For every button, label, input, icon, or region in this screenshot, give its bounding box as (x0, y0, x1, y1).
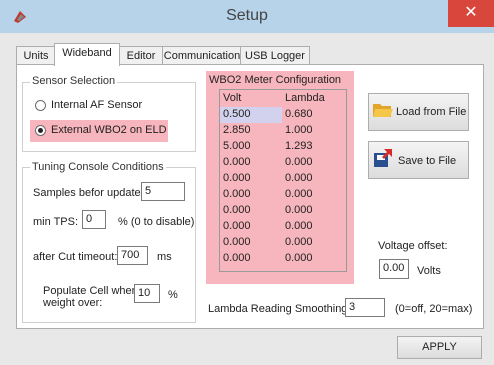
save-icon (374, 149, 392, 167)
min-tps-hint: % (0 to disable) (118, 216, 195, 228)
after-cut-unit: ms (157, 251, 172, 263)
wbo2-cell-lambda[interactable]: 1.000 (282, 123, 346, 139)
wbo2-cell-volt[interactable]: 0.000 (220, 187, 282, 203)
smoothing-label: Lambda Reading Smoothing: (208, 303, 351, 315)
load-from-file-label: Load from File (396, 106, 467, 118)
wbo2-cell-volt[interactable]: 0.000 (220, 235, 282, 251)
after-cut-input[interactable]: 700 (117, 246, 148, 265)
wbo2-cell-lambda[interactable]: 1.293 (282, 139, 346, 155)
samples-label: Samples befor update: (33, 187, 144, 199)
tab-units[interactable]: Units (16, 46, 56, 65)
after-cut-label: after Cut timeout: (33, 251, 118, 263)
populate-label-2: weight over: (43, 297, 103, 309)
tab-editor[interactable]: Editor (118, 46, 164, 65)
wbo2-cell-lambda[interactable]: 0.000 (282, 251, 346, 267)
wbo2-cell-lambda[interactable]: 0.680 (282, 107, 346, 123)
save-to-file-label: Save to File (398, 155, 457, 167)
window-title: Setup (226, 7, 268, 24)
voltage-offset-input[interactable]: 0.00 (379, 259, 409, 279)
close-icon: ✕ (464, 4, 478, 21)
min-tps-input[interactable]: 0 (82, 210, 106, 229)
wbo2-cell-volt[interactable]: 5.000 (220, 139, 282, 155)
wbo2-cell-lambda[interactable]: 0.000 (282, 171, 346, 187)
populate-input[interactable]: 10 (134, 284, 160, 303)
wbo2-cell-volt[interactable]: 0.000 (220, 251, 282, 267)
tuning-conditions-title: Tuning Console Conditions (30, 161, 166, 173)
wbo2-cell-lambda[interactable]: 0.000 (282, 235, 346, 251)
wbo2-cell-volt[interactable]: 2.850 (220, 123, 282, 139)
smoothing-hint: (0=off, 20=max) (395, 303, 473, 315)
wbo2-header-volt: Volt (223, 92, 242, 104)
samples-input[interactable]: 5 (141, 182, 185, 201)
voltage-offset-label: Voltage offset: (378, 240, 448, 252)
wbo2-cell-lambda[interactable]: 0.000 (282, 219, 346, 235)
internal-af-label: Internal AF Sensor (51, 99, 143, 111)
wbo2-cell-volt[interactable]: 0.000 (220, 203, 282, 219)
external-wbo2-label: External WBO2 on ELD (51, 124, 167, 136)
folder-icon (373, 104, 393, 117)
wbo2-header-lambda: Lambda (285, 92, 325, 104)
wbo2-cell-lambda[interactable]: 0.000 (282, 203, 346, 219)
close-button[interactable]: ✕ (448, 0, 494, 27)
tab-usb-logger[interactable]: USB Logger (240, 46, 310, 65)
apply-button[interactable]: APPLY (397, 336, 482, 359)
smoothing-input[interactable]: 3 (345, 298, 385, 317)
wbo2-cell-lambda[interactable]: 0.000 (282, 155, 346, 171)
sensor-selection-title: Sensor Selection (30, 75, 118, 87)
voltage-offset-unit: Volts (417, 265, 441, 277)
wbo2-config-title: WBO2 Meter Configuration (209, 74, 342, 86)
external-wbo2-radio[interactable] (35, 125, 46, 136)
populate-label-1: Populate Cell when (43, 285, 138, 297)
wbo2-cell-volt[interactable]: 0.000 (220, 155, 282, 171)
wbo2-cell-volt[interactable]: 0.000 (220, 219, 282, 235)
populate-unit: % (168, 289, 178, 301)
tab-communication[interactable]: Communication (162, 46, 242, 65)
wbo2-cell-volt[interactable]: 0.000 (220, 171, 282, 187)
wbo2-cell-volt[interactable]: 0.500 (220, 107, 282, 123)
wbo2-cell-lambda[interactable]: 0.000 (282, 187, 346, 203)
tab-wideband[interactable]: Wideband (54, 43, 120, 66)
min-tps-label: min TPS: (33, 216, 79, 228)
internal-af-radio[interactable] (35, 100, 46, 111)
